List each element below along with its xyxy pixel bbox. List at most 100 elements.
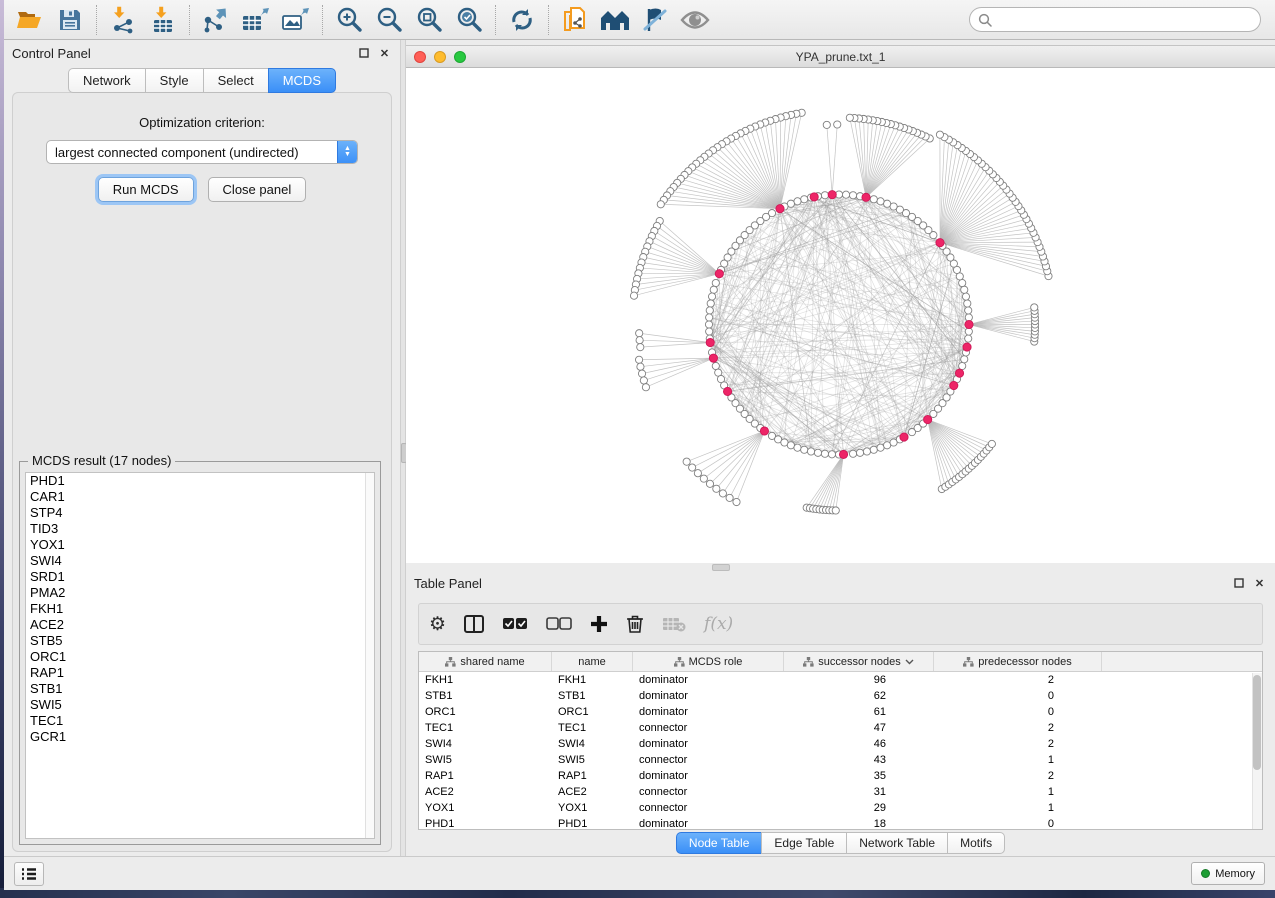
tab-style[interactable]: Style (145, 68, 203, 93)
table-row[interactable]: STB1STB1dominator620 (419, 688, 1262, 704)
duplicate-network-icon[interactable] (558, 4, 592, 36)
leaf-node[interactable] (936, 131, 943, 138)
mcds-result-item[interactable]: GCR1 (26, 729, 374, 745)
horizontal-splitter[interactable] (406, 563, 1275, 570)
export-table-icon[interactable] (239, 4, 273, 36)
leaf-node[interactable] (726, 494, 733, 501)
ring-node[interactable] (863, 448, 870, 455)
tab-edge-table[interactable]: Edge Table (761, 832, 846, 854)
table-row[interactable]: YOX1YOX1connector291 (419, 800, 1262, 816)
leaf-node[interactable] (700, 475, 707, 482)
mcds-result-item[interactable]: PHD1 (26, 473, 374, 489)
leaf-node[interactable] (706, 480, 713, 487)
ring-node[interactable] (814, 449, 821, 456)
dominator-node[interactable] (715, 270, 723, 278)
leaf-node[interactable] (637, 363, 644, 370)
ring-node[interactable] (801, 196, 808, 203)
ring-node[interactable] (965, 307, 972, 314)
ring-node[interactable] (821, 192, 828, 199)
node-table[interactable]: shared namenameMCDS rolesuccessor nodesp… (418, 651, 1263, 830)
leaf-node[interactable] (683, 458, 690, 465)
mcds-result-item[interactable]: RAP1 (26, 665, 374, 681)
dominator-node[interactable] (776, 205, 784, 213)
ring-node[interactable] (712, 362, 719, 369)
column-header-MCDS-role[interactable]: MCDS role (633, 652, 784, 671)
leaf-node[interactable] (719, 490, 726, 497)
zoom-in-icon[interactable] (332, 4, 366, 36)
mcds-result-item[interactable]: CAR1 (26, 489, 374, 505)
delete-icon[interactable] (626, 614, 644, 634)
close-panel-icon[interactable]: ✕ (377, 46, 392, 61)
tab-select[interactable]: Select (203, 68, 268, 93)
gear-icon[interactable]: ⚙ (429, 613, 446, 636)
mcds-result-item[interactable]: SWI4 (26, 553, 374, 569)
ring-node[interactable] (787, 442, 794, 449)
ring-node[interactable] (801, 446, 808, 453)
ring-node[interactable] (964, 300, 971, 307)
leaf-node[interactable] (713, 485, 720, 492)
column-header-shared-name[interactable]: shared name (419, 652, 552, 671)
export-image-icon[interactable] (279, 4, 313, 36)
dominator-node[interactable] (810, 193, 818, 201)
dominator-node[interactable] (723, 387, 731, 395)
ring-node[interactable] (828, 451, 835, 458)
leaf-node[interactable] (640, 377, 647, 384)
leaf-node[interactable] (689, 464, 696, 471)
refresh-icon[interactable] (505, 4, 539, 36)
ring-node[interactable] (849, 192, 856, 199)
show-graphics-icon[interactable] (678, 4, 712, 36)
mcds-result-item[interactable]: YOX1 (26, 537, 374, 553)
open-file-icon[interactable] (13, 4, 47, 36)
add-icon[interactable] (590, 615, 608, 633)
table-row[interactable]: ORC1ORC1dominator610 (419, 704, 1262, 720)
zoom-selected-icon[interactable] (452, 4, 486, 36)
zoom-out-icon[interactable] (372, 4, 406, 36)
network-canvas[interactable] (406, 68, 1275, 563)
ring-node[interactable] (856, 449, 863, 456)
table-row[interactable]: TEC1TEC1connector472 (419, 720, 1262, 736)
leaf-node[interactable] (1031, 304, 1038, 311)
dominator-node[interactable] (936, 239, 944, 247)
leaf-node[interactable] (637, 344, 644, 351)
ring-node[interactable] (961, 286, 968, 293)
ring-node[interactable] (962, 293, 969, 300)
column-header-predecessor-nodes[interactable]: predecessor nodes (934, 652, 1102, 671)
result-list-scrollbar[interactable] (365, 473, 374, 838)
mcds-result-item[interactable]: PMA2 (26, 585, 374, 601)
mcds-result-item[interactable]: STP4 (26, 505, 374, 521)
search-input[interactable] (997, 13, 1252, 27)
ring-node[interactable] (884, 200, 891, 207)
mcds-result-item[interactable]: SRD1 (26, 569, 374, 585)
ring-node[interactable] (961, 356, 968, 363)
dominator-node[interactable] (862, 193, 870, 201)
mcds-result-item[interactable]: ACE2 (26, 617, 374, 633)
network-window-titlebar[interactable]: YPA_prune.txt_1 (406, 46, 1275, 68)
column-header-name[interactable]: name (552, 652, 633, 671)
ring-node[interactable] (707, 300, 714, 307)
memory-button[interactable]: Memory (1191, 862, 1265, 885)
mcds-result-item[interactable]: STB5 (26, 633, 374, 649)
save-session-icon[interactable] (53, 4, 87, 36)
dominator-node[interactable] (828, 191, 836, 199)
ring-node[interactable] (706, 314, 713, 321)
ring-node[interactable] (794, 444, 801, 451)
ring-node[interactable] (708, 293, 715, 300)
tab-network[interactable]: Network (68, 68, 145, 93)
float-table-panel-icon[interactable] (1231, 576, 1246, 591)
ring-node[interactable] (959, 362, 966, 369)
column-header-successor-nodes[interactable]: successor nodes (784, 652, 934, 671)
ring-node[interactable] (710, 286, 717, 293)
table-row[interactable]: RAP1RAP1dominator352 (419, 768, 1262, 784)
tab-node-table[interactable]: Node Table (676, 832, 762, 854)
leaf-node[interactable] (823, 121, 830, 128)
dominator-node[interactable] (950, 381, 958, 389)
leaf-node[interactable] (638, 370, 645, 377)
close-table-panel-icon[interactable]: ✕ (1252, 576, 1267, 591)
table-row[interactable]: SWI4SWI4dominator462 (419, 736, 1262, 752)
dominator-node[interactable] (706, 338, 714, 346)
table-row[interactable]: PHD1PHD1dominator180 (419, 816, 1262, 830)
leaf-node[interactable] (636, 337, 643, 344)
table-scrollbar[interactable] (1252, 673, 1262, 829)
ring-node[interactable] (849, 450, 856, 457)
ring-node[interactable] (807, 448, 814, 455)
